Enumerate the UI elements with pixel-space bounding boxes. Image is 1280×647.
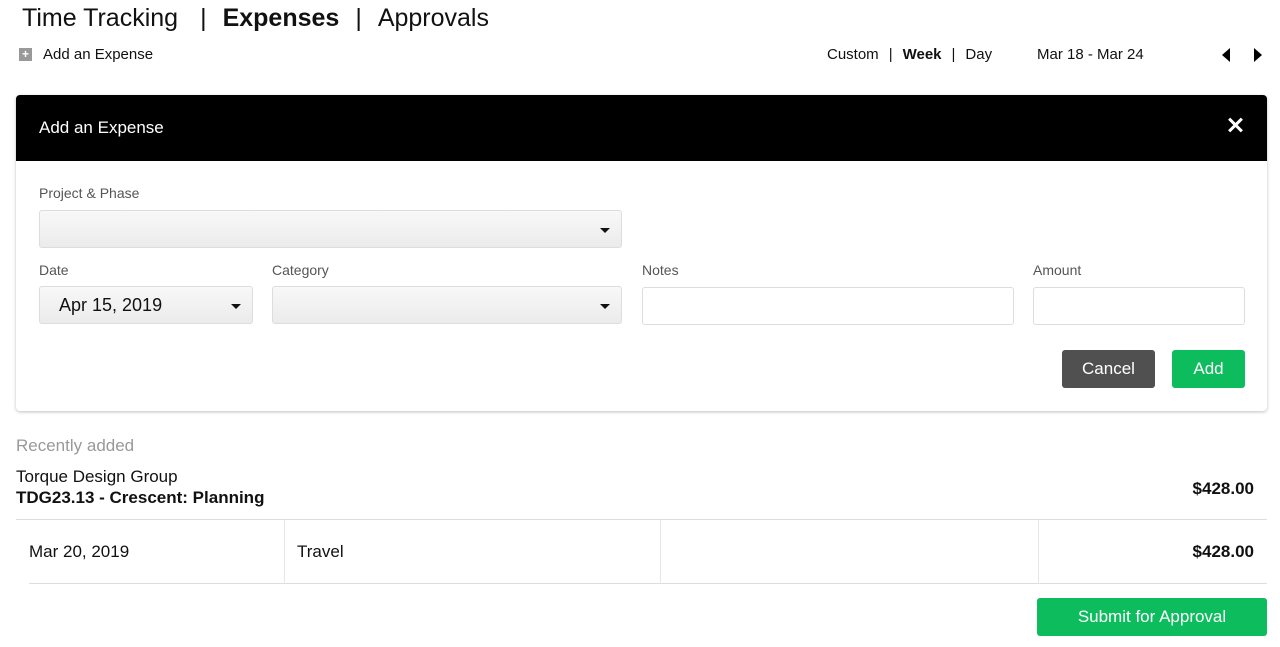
date-label: Date [39,262,69,278]
tab-approvals[interactable]: Approvals [378,4,489,33]
amount-label: Amount [1033,262,1082,278]
range-custom[interactable]: Custom [827,46,879,63]
panel-header: Add an Expense [16,95,1267,161]
submit-for-approval-button[interactable]: Submit for Approval [1037,598,1267,636]
cancel-button[interactable]: Cancel [1062,350,1155,388]
expense-category: Travel [297,542,344,561]
panel-title: Add an Expense [39,118,164,137]
range-week[interactable]: Week [903,46,942,63]
close-icon[interactable] [1227,117,1243,133]
column-divider [1038,520,1039,584]
add-expense-label: Add an Expense [43,46,154,63]
recently-added-heading: Recently added [16,436,135,455]
top-tabs: Time Tracking | Expenses | Approvals [22,4,489,33]
notes-input[interactable] [642,287,1014,325]
chevron-down-icon [600,304,610,309]
chevron-down-icon [231,304,241,309]
project-phase-select[interactable] [39,210,622,248]
plus-icon: + [19,48,32,61]
tab-separator: | [355,4,362,32]
tab-time-tracking[interactable]: Time Tracking [22,4,178,33]
date-value: Apr 15, 2019 [59,294,163,315]
category-select[interactable] [272,286,622,324]
column-divider [660,520,661,584]
range-separator: | [951,46,956,63]
expense-date: Mar 20, 2019 [29,542,130,561]
tab-separator: | [200,4,207,32]
range-selector: Custom | Week | Day [827,46,992,63]
project-name: TDG23.13 - Crescent: Planning [16,488,265,507]
expense-row[interactable]: Mar 20, 2019 Travel $428.00 [29,520,1267,584]
expense-amount: $428.00 [1192,542,1254,561]
triangle-left-icon[interactable] [1222,48,1230,62]
range-separator: | [888,46,893,63]
triangle-right-icon[interactable] [1254,48,1262,62]
add-button[interactable]: Add [1172,350,1245,388]
category-label: Category [272,262,329,278]
range-day[interactable]: Day [965,46,992,63]
chevron-down-icon [600,228,610,233]
amount-input[interactable] [1033,287,1245,325]
project-phase-label: Project & Phase [39,185,140,201]
date-range-label: Mar 18 - Mar 24 [1037,46,1144,63]
tab-expenses[interactable]: Expenses [223,4,340,33]
add-expense-link[interactable]: + Add an Expense [19,46,153,63]
date-select[interactable]: Apr 15, 2019 [39,286,253,324]
add-expense-panel: Add an Expense Project & Phase Date Apr … [16,95,1267,411]
notes-label: Notes [642,262,679,278]
column-divider [284,520,285,584]
client-name: Torque Design Group [16,467,178,486]
group-total: $428.00 [1192,479,1254,498]
